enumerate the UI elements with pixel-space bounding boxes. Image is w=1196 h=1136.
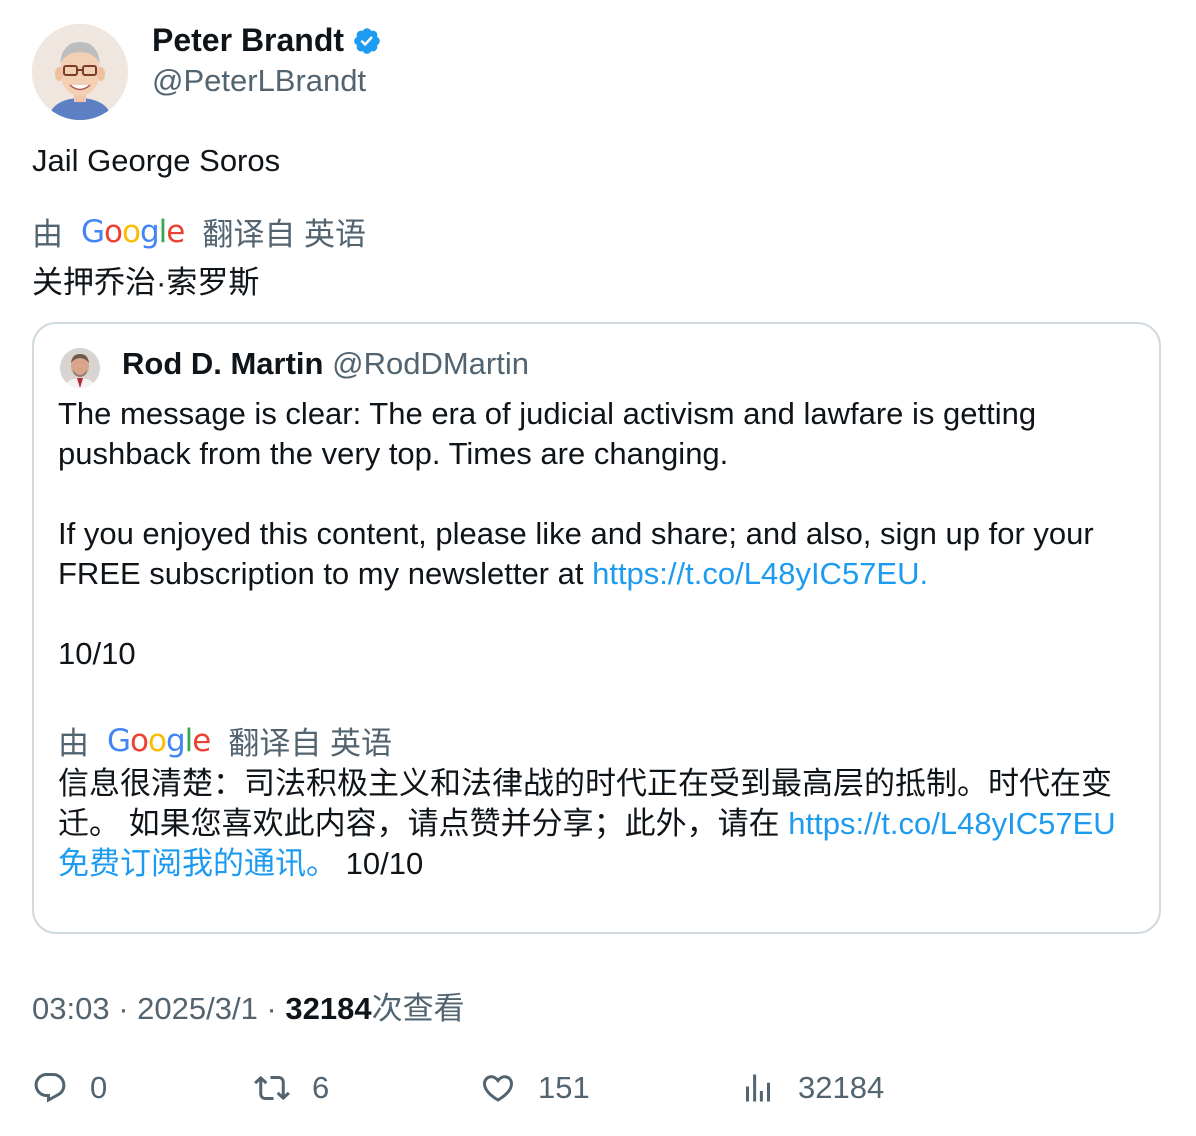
retweet-count: 6: [312, 1070, 330, 1105]
google-logo: Google: [81, 213, 185, 250]
meta-separator-2: ·: [257, 991, 286, 1026]
retweet-button[interactable]: 6: [254, 1070, 329, 1106]
newsletter-link[interactable]: https://t.co/L48yIC57EU.: [592, 556, 928, 591]
quoted-translation-suffix: 翻译自 英语: [228, 726, 392, 761]
tweet-date[interactable]: 2025/3/1: [137, 991, 258, 1026]
quoted-paragraph-2: If you enjoyed this content, please like…: [58, 514, 1138, 594]
views-button[interactable]: 32184: [740, 1070, 884, 1106]
views-count: 32184: [285, 991, 372, 1026]
retweet-icon: [254, 1075, 290, 1101]
quoted-paragraph-2-text: If you enjoyed this content, please like…: [58, 516, 1094, 591]
author-avatar[interactable]: [32, 24, 128, 120]
author-handle[interactable]: @PeterLBrandt: [152, 63, 366, 99]
quoted-paragraph-1: The message is clear: The era of judicia…: [58, 396, 1037, 471]
reply-count: 0: [90, 1070, 108, 1105]
like-button[interactable]: 151: [480, 1070, 590, 1106]
author-name[interactable]: Peter Brandt: [152, 22, 344, 59]
tweet-meta: 03:03 · 2025/3/1 · 32184次查看: [32, 983, 465, 1028]
tweet-text: Jail George Soros: [32, 143, 281, 178]
quoted-translated-part-2: 10/10: [337, 846, 424, 881]
views-chart-icon: [746, 1074, 770, 1102]
quoted-tweet[interactable]: Rod D. Martin @RodDMartin The message is…: [32, 322, 1161, 934]
action-bar: 0 6 151 32184: [32, 1070, 1164, 1110]
meta-separator-1: ·: [109, 991, 138, 1026]
quoted-avatar-image: [60, 348, 100, 388]
quoted-paragraph-3: 10/10: [58, 636, 136, 671]
translation-suffix: 翻译自 英语: [202, 217, 366, 252]
like-count: 151: [538, 1070, 590, 1105]
author-name-row: Peter Brandt: [152, 22, 382, 59]
quoted-translation-prefix: 由: [58, 726, 89, 761]
reply-icon: [34, 1073, 66, 1103]
tweet-time[interactable]: 03:03: [32, 991, 110, 1026]
quoted-author-avatar[interactable]: [60, 348, 100, 388]
quoted-translation-attribution: 由 Google 翻译自 英语: [58, 718, 392, 763]
verified-badge-icon: [354, 27, 380, 54]
translation-prefix: 由: [32, 217, 63, 252]
heart-icon: [482, 1075, 514, 1102]
translated-text: 关押乔治·索罗斯: [32, 265, 260, 300]
reply-button[interactable]: 0: [32, 1070, 107, 1106]
quoted-author-handle[interactable]: @RodDMartin: [332, 346, 529, 381]
quoted-translated-text: 信息很清楚：司法积极主义和法律战的时代正在受到最高层的抵制。时代在变迁。 如果您…: [58, 764, 1138, 884]
translation-attribution: 由 Google 翻译自 英语: [32, 209, 366, 254]
quoted-tweet-body: The message is clear: The era of judicia…: [58, 394, 1138, 674]
avatar-image: [32, 24, 128, 120]
views-count-action: 32184: [798, 1070, 885, 1105]
views-label: 次查看: [371, 991, 465, 1026]
quoted-google-logo: Google: [107, 722, 211, 759]
quoted-author-row: Rod D. Martin @RodDMartin: [122, 346, 529, 382]
quoted-author-name[interactable]: Rod D. Martin: [122, 346, 324, 381]
